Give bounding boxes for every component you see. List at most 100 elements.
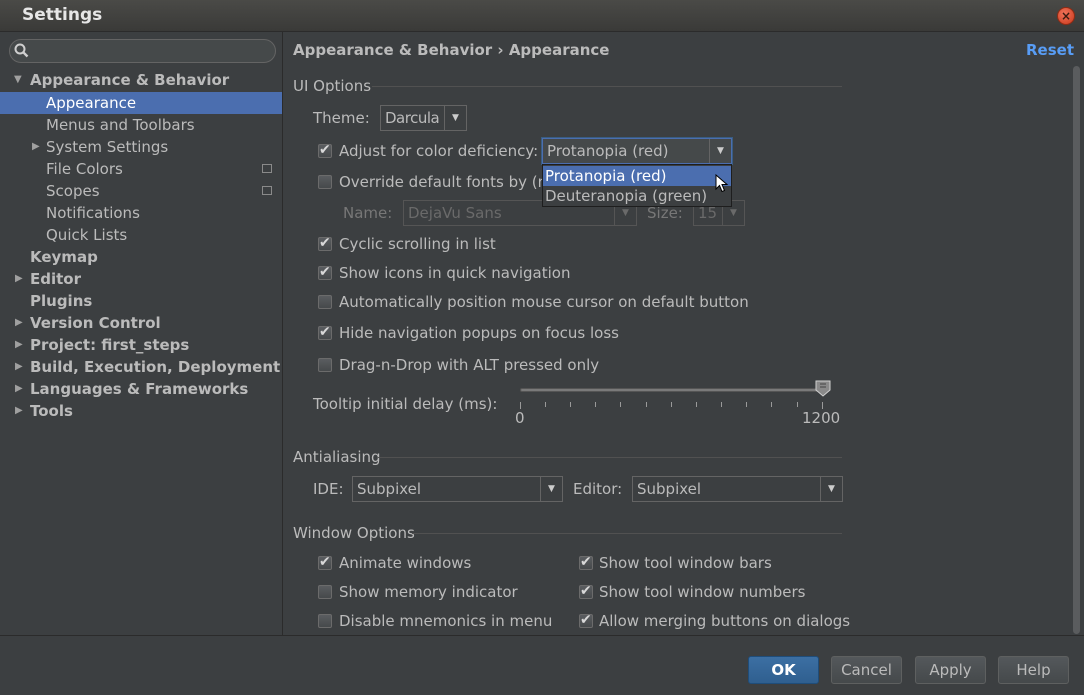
animate-windows-label: Animate windows: [339, 554, 472, 572]
breadcrumb: Appearance & Behavior › Appearance: [293, 41, 610, 59]
sidebar-item-system-settings[interactable]: ▶ System Settings: [0, 136, 282, 158]
hide-popups-label: Hide navigation popups on focus loss: [339, 324, 619, 342]
check-icon: ✔: [319, 235, 331, 251]
tool-window-bars-label: Show tool window bars: [599, 554, 772, 572]
section-antialiasing: Antialiasing: [293, 448, 381, 466]
check-icon: ✔: [319, 264, 331, 280]
theme-select[interactable]: Darcula ▼: [380, 105, 467, 131]
theme-label: Theme:: [313, 109, 370, 127]
ide-aa-select[interactable]: Subpixel ▼: [352, 476, 563, 502]
expand-right-icon: ▶: [15, 383, 23, 394]
sidebar-item-appearance[interactable]: Appearance: [0, 92, 282, 114]
slider-tick: [520, 402, 521, 409]
tool-window-numbers-checkbox[interactable]: ✔: [579, 583, 593, 599]
chevron-down-icon: ▼: [820, 477, 842, 501]
slider-tick: [570, 402, 571, 407]
slider-tick: [545, 402, 546, 407]
color-deficiency-label: Adjust for color deficiency:: [339, 142, 539, 160]
ok-button[interactable]: OK: [748, 656, 819, 684]
expand-right-icon: ▶: [15, 361, 23, 372]
scrollbar-thumb[interactable]: [1073, 66, 1080, 634]
sidebar-item-menus-toolbars[interactable]: Menus and Toolbars: [0, 114, 282, 136]
sidebar-item-editor[interactable]: ▶ Editor: [0, 268, 282, 290]
drag-drop-checkbox[interactable]: [318, 358, 332, 372]
slider-tick: [646, 402, 647, 407]
disable-mnemonics-checkbox[interactable]: [318, 614, 332, 628]
slider-tick: [595, 402, 596, 407]
tooltip-delay-slider[interactable]: [520, 388, 822, 392]
search-icon: [14, 43, 29, 58]
sidebar-item-appearance-behavior[interactable]: ▼ Appearance & Behavior: [0, 69, 282, 91]
memory-indicator-checkbox[interactable]: [318, 585, 332, 599]
search-input[interactable]: [9, 39, 276, 63]
show-icons-checkbox[interactable]: ✔: [318, 264, 332, 280]
sidebar-item-keymap[interactable]: Keymap: [0, 246, 282, 268]
sidebar-item-languages[interactable]: ▶ Languages & Frameworks: [0, 378, 282, 400]
sidebar-item-file-colors[interactable]: File Colors: [0, 158, 282, 180]
show-icons-label: Show icons in quick navigation: [339, 264, 571, 282]
slider-tick: [822, 402, 823, 409]
check-icon: ✔: [580, 612, 592, 628]
editor-aa-select[interactable]: Subpixel ▼: [632, 476, 843, 502]
tool-window-numbers-label: Show tool window numbers: [599, 583, 806, 601]
dropdown-option-deuteranopia[interactable]: Deuteranopia (green): [543, 186, 731, 206]
section-ui-options: UI Options: [293, 77, 372, 95]
chevron-down-icon: ▼: [709, 139, 731, 163]
title-bar: [0, 0, 1084, 32]
check-icon: ✔: [319, 324, 331, 340]
drag-drop-label: Drag-n-Drop with ALT pressed only: [339, 356, 600, 374]
color-deficiency-checkbox[interactable]: ✔: [318, 142, 332, 158]
slider-min-label: 0: [515, 409, 525, 427]
editor-aa-label: Editor:: [573, 480, 623, 498]
close-icon[interactable]: ×: [1057, 7, 1075, 25]
slider-thumb[interactable]: [815, 380, 831, 397]
font-name-label: Name:: [343, 204, 393, 222]
animate-windows-checkbox[interactable]: ✔: [318, 554, 332, 570]
expand-right-icon: ▶: [32, 141, 40, 152]
expand-right-icon: ▶: [15, 339, 23, 350]
tool-window-bars-checkbox[interactable]: ✔: [579, 554, 593, 570]
expand-right-icon: ▶: [15, 317, 23, 328]
cyclic-scrolling-checkbox[interactable]: ✔: [318, 235, 332, 251]
sidebar-item-tools[interactable]: ▶ Tools: [0, 400, 282, 422]
color-deficiency-select[interactable]: Protanopia (red) ▼: [542, 138, 732, 164]
sidebar-item-notifications[interactable]: Notifications: [0, 202, 282, 224]
help-button[interactable]: Help: [998, 656, 1069, 684]
override-fonts-label: Override default fonts by (no: [339, 173, 557, 191]
ide-aa-label: IDE:: [313, 480, 344, 498]
expand-right-icon: ▶: [15, 405, 23, 416]
cancel-button[interactable]: Cancel: [831, 656, 902, 684]
apply-button[interactable]: Apply: [915, 656, 986, 684]
hide-popups-checkbox[interactable]: ✔: [318, 324, 332, 340]
chevron-down-icon: ▼: [540, 477, 562, 501]
sidebar-item-build[interactable]: ▶ Build, Execution, Deployment: [0, 356, 282, 378]
sidebar-item-scopes[interactable]: Scopes: [0, 180, 282, 202]
expand-right-icon: ▶: [15, 273, 23, 284]
auto-position-label: Automatically position mouse cursor on d…: [339, 293, 749, 311]
tooltip-delay-label: Tooltip initial delay (ms):: [313, 395, 498, 413]
project-level-icon: [262, 164, 272, 173]
override-fonts-checkbox[interactable]: [318, 175, 332, 189]
sidebar-item-version-control[interactable]: ▶ Version Control: [0, 312, 282, 334]
sidebar-item-plugins[interactable]: Plugins: [0, 290, 282, 312]
reset-link[interactable]: Reset: [1026, 41, 1074, 59]
color-deficiency-dropdown: Protanopia (red) Deuteranopia (green): [542, 164, 732, 207]
check-icon: ✔: [319, 142, 331, 158]
sidebar-item-quick-lists[interactable]: Quick Lists: [0, 224, 282, 246]
slider-tick: [771, 402, 772, 407]
dropdown-option-protanopia[interactable]: Protanopia (red): [543, 166, 731, 186]
sidebar-item-project[interactable]: ▶ Project: first_steps: [0, 334, 282, 356]
mouse-cursor-icon: [715, 174, 729, 193]
slider-tick: [797, 402, 798, 407]
section-window-options: Window Options: [293, 524, 415, 542]
window-title: Settings: [22, 5, 103, 25]
merging-buttons-checkbox[interactable]: ✔: [579, 612, 593, 628]
slider-max-label: 1200: [802, 409, 841, 427]
check-icon: ✔: [319, 554, 331, 570]
slider-tick: [671, 402, 672, 407]
slider-tick: [620, 402, 621, 407]
disable-mnemonics-label: Disable mnemonics in menu: [339, 612, 553, 630]
divider: [412, 533, 842, 534]
auto-position-checkbox[interactable]: [318, 295, 332, 309]
chevron-down-icon: ▼: [444, 106, 466, 130]
